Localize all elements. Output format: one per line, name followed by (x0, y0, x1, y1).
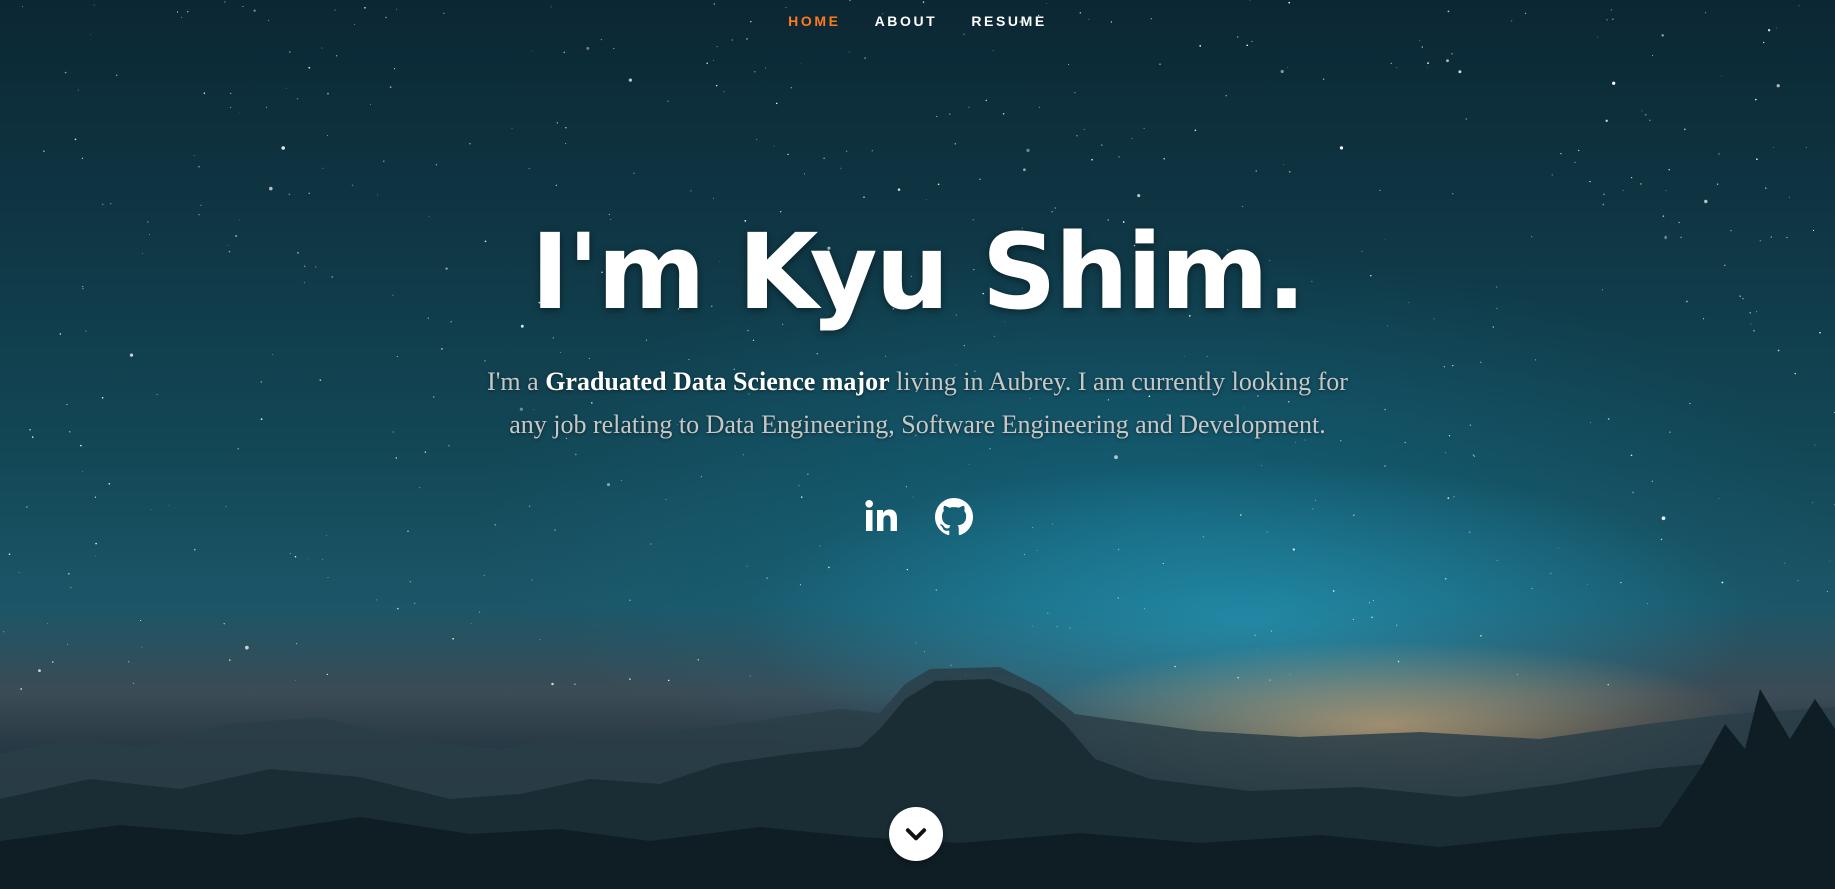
github-icon (934, 498, 973, 536)
social-links (0, 498, 1835, 536)
linkedin-link[interactable] (863, 498, 901, 536)
nav-about-link[interactable]: ABOUT (875, 9, 938, 33)
chevron-down-icon (905, 828, 927, 841)
nav-home-link[interactable]: HOME (788, 9, 840, 33)
scroll-down-button[interactable] (889, 807, 943, 861)
hero-title: I'm Kyu Shim. (530, 211, 1307, 333)
page-banner: HOME ABOUT RESUME I'm Kyu Shim. I'm a Gr… (0, 0, 1835, 889)
github-link[interactable] (934, 498, 973, 536)
hero-section: I'm Kyu Shim. I'm a Graduated Data Scien… (0, 220, 1835, 536)
hero-description-highlight: Graduated Data Science major (545, 367, 890, 396)
main-nav: HOME ABOUT RESUME (0, 9, 1835, 33)
hero-description-prefix: I'm a (487, 367, 546, 396)
linkedin-icon (864, 500, 897, 531)
hero-description: I'm a Graduated Data Science major livin… (478, 360, 1358, 446)
nav-resume-link[interactable]: RESUME (971, 9, 1047, 33)
